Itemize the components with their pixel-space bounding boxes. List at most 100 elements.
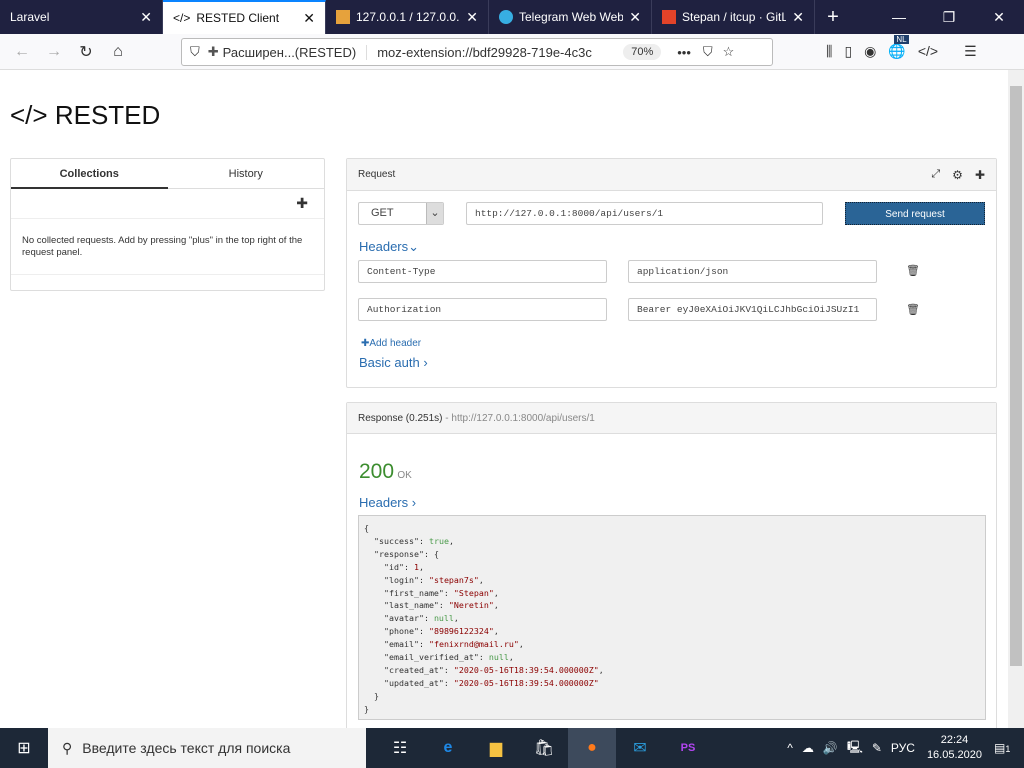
notifications-icon[interactable]: ▤1 bbox=[994, 741, 1024, 755]
json-value: "2020-05-16T18:39:54.000000Z" bbox=[453, 664, 599, 675]
network-icon[interactable]: 🖳 bbox=[847, 738, 863, 759]
method-select[interactable]: GET ⌄ bbox=[358, 202, 444, 225]
response-headers-toggle[interactable]: Headers › bbox=[359, 495, 416, 510]
close-tab-icon[interactable]: ✕ bbox=[629, 9, 641, 26]
vpn-globe-icon[interactable]: 🌐 NL bbox=[888, 35, 909, 60]
status-text: OK bbox=[397, 470, 412, 481]
rested-extension-icon[interactable]: </> bbox=[918, 43, 938, 60]
trash-icon[interactable]: 🗑 bbox=[906, 264, 920, 277]
header-name-input[interactable]: Authorization bbox=[358, 298, 607, 321]
json-value: "Stepan" bbox=[453, 587, 494, 598]
close-tab-icon[interactable]: ✕ bbox=[140, 9, 152, 26]
json-value: "89896122324" bbox=[428, 626, 494, 637]
json-value: "fenixrnd@mail.ru" bbox=[428, 639, 519, 650]
pocket-icon[interactable]: ⛉ bbox=[703, 44, 713, 60]
firefox-icon[interactable]: ● bbox=[568, 728, 616, 768]
header-name-input[interactable]: Content-Type bbox=[358, 260, 607, 283]
json-line: { bbox=[364, 523, 369, 533]
search-icon: ⚲ bbox=[62, 739, 73, 756]
json-line: } bbox=[364, 703, 369, 714]
url-text[interactable]: moz-extension://bdf29928-719e-4c3c bbox=[377, 45, 617, 60]
phpstorm-icon[interactable]: PS bbox=[664, 728, 712, 768]
vertical-scrollbar[interactable] bbox=[1008, 70, 1024, 728]
response-body: { "success": true, "response": { "id": 1… bbox=[358, 515, 986, 720]
tab-laravel[interactable]: Laravel ✕ bbox=[0, 0, 163, 34]
empty-collections-text: No collected requests. Add by pressing "… bbox=[11, 219, 324, 275]
sidebar-panel: Collections History ✚ No collected reque… bbox=[10, 158, 325, 291]
expand-icon[interactable]: ⤢ bbox=[931, 168, 940, 181]
json-line: "id": 1, bbox=[383, 561, 424, 572]
library-icon[interactable]: ⫼ bbox=[826, 43, 832, 60]
minimize-button[interactable]: — bbox=[874, 0, 924, 34]
response-url: http://127.0.0.1:8000/api/users/1 bbox=[451, 412, 595, 424]
response-panel: Response (0.251s) - http://127.0.0.1:800… bbox=[346, 402, 997, 728]
language-indicator[interactable]: РУС bbox=[891, 741, 915, 755]
gear-icon[interactable]: ⚙ bbox=[952, 168, 963, 182]
maximize-button[interactable]: ❐ bbox=[924, 0, 974, 34]
tab-telegram[interactable]: Telegram Web Web ✕ bbox=[489, 0, 652, 34]
system-tray[interactable]: ^ ☁ 🔊 🖳 ✎ РУС bbox=[787, 738, 915, 759]
windows-start-icon[interactable]: ⊞ bbox=[0, 728, 48, 768]
add-header-link[interactable]: ✚Add header bbox=[361, 338, 421, 349]
sidebar-icon[interactable]: ▯ bbox=[844, 43, 852, 60]
forward-button[interactable]: → bbox=[38, 43, 70, 61]
url-input[interactable]: http://127.0.0.1:8000/api/users/1 bbox=[466, 202, 823, 225]
json-line: } bbox=[374, 690, 379, 701]
tab-rested[interactable]: </> RESTED Client ✕ bbox=[163, 0, 326, 34]
mail-icon[interactable]: ✉ bbox=[616, 728, 664, 768]
add-collection-button[interactable]: ✚ bbox=[296, 195, 308, 211]
headers-toggle[interactable]: Headers⌄ bbox=[359, 239, 419, 255]
code-icon: </> bbox=[10, 100, 48, 130]
file-explorer-icon[interactable]: ▆ bbox=[472, 728, 520, 768]
tab-gitlab[interactable]: Stepan / itcup · GitL ✕ bbox=[652, 0, 815, 34]
chevron-up-icon[interactable]: ^ bbox=[787, 741, 793, 755]
json-line: "created_at": "2020-05-16T18:39:54.00000… bbox=[383, 664, 604, 675]
shield-icon[interactable]: ⛉ bbox=[190, 44, 200, 60]
clock[interactable]: 22:24 16.05.2020 bbox=[927, 733, 982, 763]
pen-icon[interactable]: ✎ bbox=[872, 741, 882, 755]
browser-tab-bar: Laravel ✕ </> RESTED Client ✕ 127.0.0.1 / 1… bbox=[0, 0, 1024, 34]
json-value: { bbox=[433, 548, 439, 559]
tab-history[interactable]: History bbox=[167, 159, 324, 189]
reload-button[interactable]: ↻ bbox=[70, 42, 102, 62]
url-bar[interactable]: ⛉ ✚ Расширен...(RESTED) moz-extension://… bbox=[181, 38, 773, 66]
menu-icon[interactable]: ☰ bbox=[964, 43, 977, 60]
onedrive-icon[interactable]: ☁ bbox=[802, 741, 814, 755]
identity-label[interactable]: Расширен...(RESTED) bbox=[223, 44, 368, 60]
json-value: true bbox=[428, 535, 449, 546]
close-tab-icon[interactable]: ✕ bbox=[303, 10, 315, 27]
status-code: 200 bbox=[359, 460, 395, 483]
more-actions-icon[interactable]: ••• bbox=[677, 45, 691, 60]
close-window-button[interactable]: ✕ bbox=[974, 0, 1024, 34]
app-title: </> RESTED bbox=[10, 100, 161, 130]
account-icon[interactable]: ◉ bbox=[864, 43, 876, 60]
header-value-input[interactable]: Bearer eyJ0eXAiOiJKV1QiLCJhbGciOiJSUzI1 bbox=[628, 298, 877, 321]
json-value: "2020-05-16T18:39:54.000000Z" bbox=[453, 677, 599, 688]
new-tab-button[interactable]: + bbox=[815, 0, 851, 34]
taskbar-search[interactable]: ⚲ Введите здесь текст для поиска bbox=[48, 728, 366, 768]
tab-collections[interactable]: Collections bbox=[11, 159, 168, 189]
close-tab-icon[interactable]: ✕ bbox=[466, 9, 478, 26]
basic-auth-toggle[interactable]: Basic auth › bbox=[359, 355, 428, 370]
bookmark-star-icon[interactable]: ☆ bbox=[723, 44, 735, 60]
close-tab-icon[interactable]: ✕ bbox=[792, 9, 804, 26]
home-button[interactable]: ⌂ bbox=[102, 43, 134, 61]
trash-icon[interactable]: 🗑 bbox=[906, 303, 920, 316]
navigation-bar: ← → ↻ ⌂ ⛉ ✚ Расширен...(RESTED) moz-exte… bbox=[0, 34, 1024, 70]
task-view-icon[interactable]: ☷ bbox=[376, 728, 424, 768]
send-request-button[interactable]: Send request bbox=[845, 202, 985, 225]
zoom-level[interactable]: 70% bbox=[623, 44, 662, 60]
json-body: { "success": true, "response": { "id": 1… bbox=[364, 522, 980, 716]
gitlab-icon bbox=[662, 10, 676, 24]
store-icon[interactable]: 🛍 bbox=[520, 728, 568, 768]
header-value-input[interactable]: application/json bbox=[628, 260, 877, 283]
request-panel: Request ⤢ ⚙ ✚ GET ⌄ http://127.0.0.1:8000… bbox=[346, 158, 997, 388]
json-line: "response": { bbox=[374, 548, 439, 559]
tab-phpmyadmin[interactable]: 127.0.0.1 / 127.0.0.1 ✕ bbox=[326, 0, 489, 34]
add-to-collection-icon[interactable]: ✚ bbox=[975, 168, 985, 182]
json-value: "Neretin" bbox=[448, 600, 494, 611]
edge-icon[interactable]: e bbox=[424, 728, 472, 768]
back-button[interactable]: ← bbox=[6, 43, 38, 61]
volume-icon[interactable]: 🔊 bbox=[823, 741, 838, 755]
json-value: 1 bbox=[413, 561, 419, 572]
